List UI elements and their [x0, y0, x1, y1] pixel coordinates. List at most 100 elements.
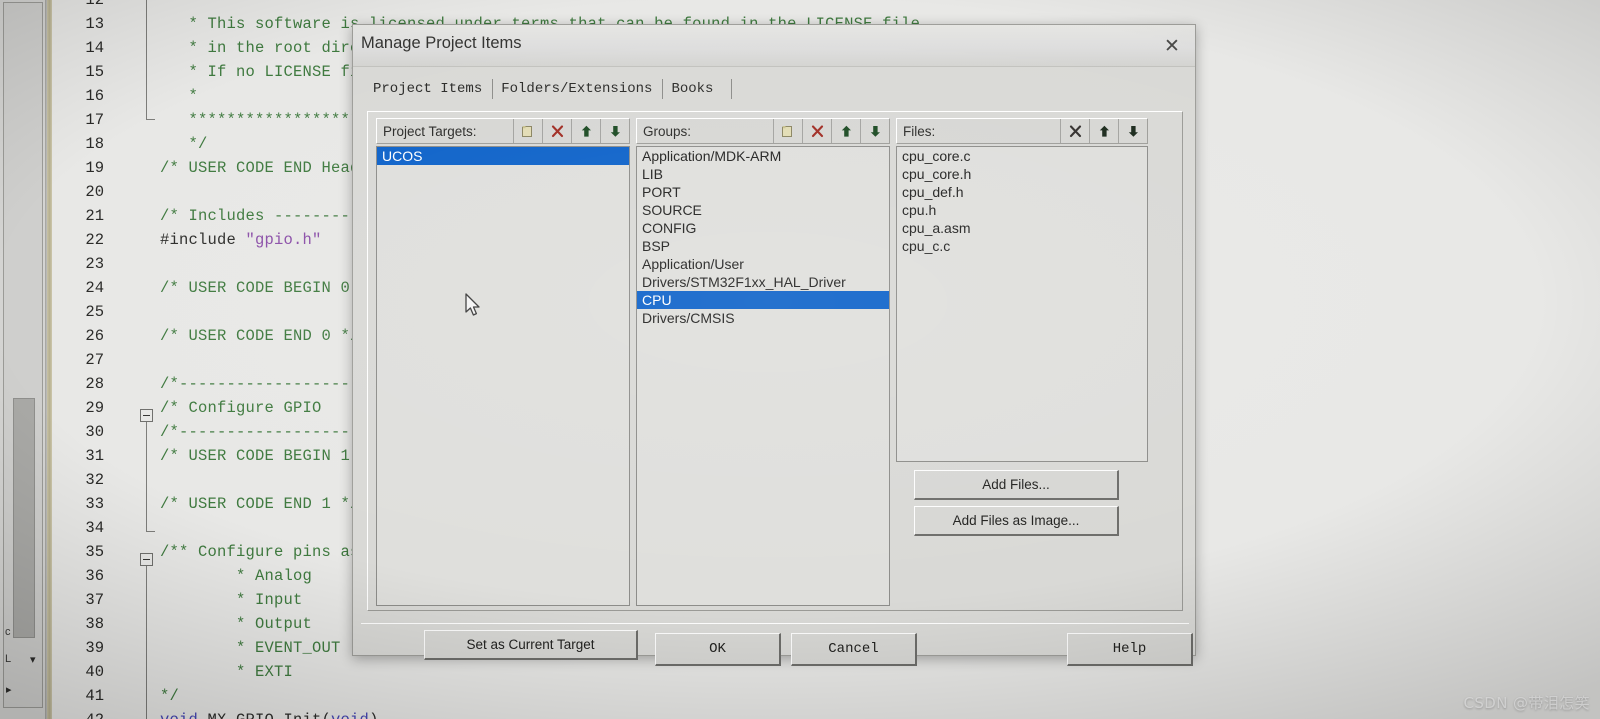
code-line[interactable]: #include "gpio.h" [160, 228, 322, 252]
code-token: "gpio.h" [245, 231, 322, 249]
ok-button[interactable]: OK [655, 633, 781, 666]
line-number: 39 [85, 639, 104, 657]
set-as-current-target-button[interactable]: Set as Current Target [424, 630, 638, 660]
move-up-icon[interactable] [831, 119, 860, 143]
code-line[interactable]: * EXTI [160, 660, 293, 684]
chevron-right-icon[interactable]: ▸ [6, 683, 12, 696]
add-files-button[interactable]: Add Files... [914, 470, 1119, 500]
project-targets-label: Project Targets: [383, 123, 477, 139]
tab-folders-extensions[interactable]: Folders/Extensions [493, 79, 664, 99]
fold-toggle-icon[interactable] [140, 409, 153, 422]
move-down-icon[interactable] [860, 119, 889, 143]
close-icon[interactable]: ✕ [1157, 33, 1187, 59]
tab-project-items[interactable]: Project Items [365, 79, 494, 99]
left-scrollbar-thumb[interactable] [13, 398, 35, 638]
dialog-tabstrip[interactable]: Project Items Folders/Extensions Books [365, 76, 733, 102]
group-list-item[interactable]: SOURCE [637, 201, 889, 219]
line-number: 25 [85, 303, 104, 321]
chevron-down-icon[interactable]: ▾ [30, 653, 36, 666]
group-list-item[interactable]: Application/User [637, 255, 889, 273]
code-token: ) [369, 711, 379, 719]
fold-rail [146, 0, 147, 120]
code-line[interactable]: /* USER CODE BEGIN 0 */ [160, 276, 379, 300]
group-list-item[interactable]: BSP [637, 237, 889, 255]
file-list-item[interactable]: cpu.h [897, 201, 1147, 219]
new-page-icon[interactable] [773, 119, 802, 143]
code-token: /* USER CODE END 0 */ [160, 327, 360, 345]
code-token: void [160, 711, 208, 719]
code-line[interactable]: * EVENT_OUT [160, 636, 341, 660]
move-up-icon[interactable] [1089, 119, 1118, 143]
line-number: 27 [85, 351, 104, 369]
code-line[interactable]: /* USER CODE END 1 */ [160, 492, 360, 516]
project-target-list-item[interactable]: UCOS [377, 147, 629, 165]
items-panel: Project Targets: UCOS Groups: Applicatio… [367, 111, 1183, 660]
code-line[interactable]: * Analog [160, 564, 312, 588]
code-line[interactable]: */ [160, 132, 208, 156]
code-line[interactable]: * Output [160, 612, 312, 636]
group-list-item[interactable]: Application/MDK-ARM [637, 147, 889, 165]
files-column: Files: cpu_core.c cpu_core.h cpu_def.h c… [896, 118, 1148, 606]
line-number: 26 [85, 327, 104, 345]
code-token: /* USER CODE END 1 */ [160, 495, 360, 513]
code-line[interactable]: */ [160, 684, 179, 708]
line-number: 40 [85, 663, 104, 681]
files-header: Files: [896, 118, 1148, 144]
files-toolbar[interactable] [1060, 119, 1147, 143]
move-down-icon[interactable] [600, 119, 629, 143]
project-targets-toolbar[interactable] [513, 119, 629, 143]
code-line[interactable]: /** Configure pins as [160, 540, 360, 564]
left-text-fragment-bottom: L [5, 653, 12, 665]
file-list-item[interactable]: cpu_core.c [897, 147, 1147, 165]
delete-x-icon[interactable] [542, 119, 571, 143]
line-number: 12 [85, 0, 104, 9]
group-list-item[interactable]: CONFIG [637, 219, 889, 237]
code-token: /* USER CODE BEGIN 1 */ [160, 447, 379, 465]
line-number: 17 [85, 111, 104, 129]
code-line[interactable]: /* USER CODE END 0 */ [160, 324, 360, 348]
cancel-button[interactable]: Cancel [791, 633, 917, 666]
left-pane-inner: c L ▾ ▸ [3, 2, 43, 708]
code-token: * [160, 87, 199, 105]
code-token: * Output [160, 615, 313, 633]
add-files-as-image-button[interactable]: Add Files as Image... [914, 506, 1119, 536]
file-list-item[interactable]: cpu_a.asm [897, 219, 1147, 237]
fold-rail [146, 422, 147, 532]
file-list-item[interactable]: cpu_def.h [897, 183, 1147, 201]
fold-rail [146, 566, 147, 719]
line-number: 16 [85, 87, 104, 105]
code-line[interactable]: * [160, 0, 198, 12]
code-line[interactable]: * [160, 84, 198, 108]
groups-listbox[interactable]: Application/MDK-ARM LIB PORT SOURCE CONFIG BS… [636, 146, 890, 606]
tab-books[interactable]: Books [663, 79, 733, 99]
file-list-item[interactable]: cpu_c.c [897, 237, 1147, 255]
file-list-item[interactable]: cpu_core.h [897, 165, 1147, 183]
move-up-icon[interactable] [571, 119, 600, 143]
delete-x-icon[interactable] [1060, 119, 1089, 143]
fold-toggle-icon[interactable] [140, 553, 153, 566]
group-list-item[interactable]: LIB [637, 165, 889, 183]
code-line[interactable]: * Input [160, 588, 303, 612]
code-token: /** Configure pins as [160, 543, 360, 561]
files-listbox[interactable]: cpu_core.c cpu_core.h cpu_def.h cpu.h cpu_a.… [896, 146, 1148, 462]
code-line[interactable]: void MX_GPIO_Init(void) [160, 708, 379, 719]
delete-x-icon[interactable] [802, 119, 831, 143]
group-list-item[interactable]: Drivers/STM32F1xx_HAL_Driver [637, 273, 889, 291]
group-list-item[interactable]: Drivers/CMSIS [637, 309, 889, 327]
help-button[interactable]: Help [1067, 633, 1193, 666]
left-text-fragment-top: c [5, 626, 11, 638]
dialog-title: Manage Project Items [361, 34, 522, 52]
move-down-icon[interactable] [1118, 119, 1147, 143]
group-list-item[interactable]: PORT [637, 183, 889, 201]
code-token: #include [160, 231, 246, 249]
code-token: /* USER CODE BEGIN 0 */ [160, 279, 379, 297]
project-targets-listbox[interactable]: UCOS [376, 146, 630, 606]
code-line[interactable]: /* USER CODE BEGIN 1 */ [160, 444, 379, 468]
new-page-icon[interactable] [513, 119, 542, 143]
groups-toolbar[interactable] [773, 119, 889, 143]
line-number: 29 [85, 399, 104, 417]
manage-project-items-dialog[interactable]: Manage Project Items ✕ Project Items Fold… [352, 24, 1196, 666]
group-list-item[interactable]: CPU [637, 291, 889, 309]
watermark: CSDN @带泪怎笑 [1463, 694, 1590, 712]
code-token: */ [160, 135, 208, 153]
